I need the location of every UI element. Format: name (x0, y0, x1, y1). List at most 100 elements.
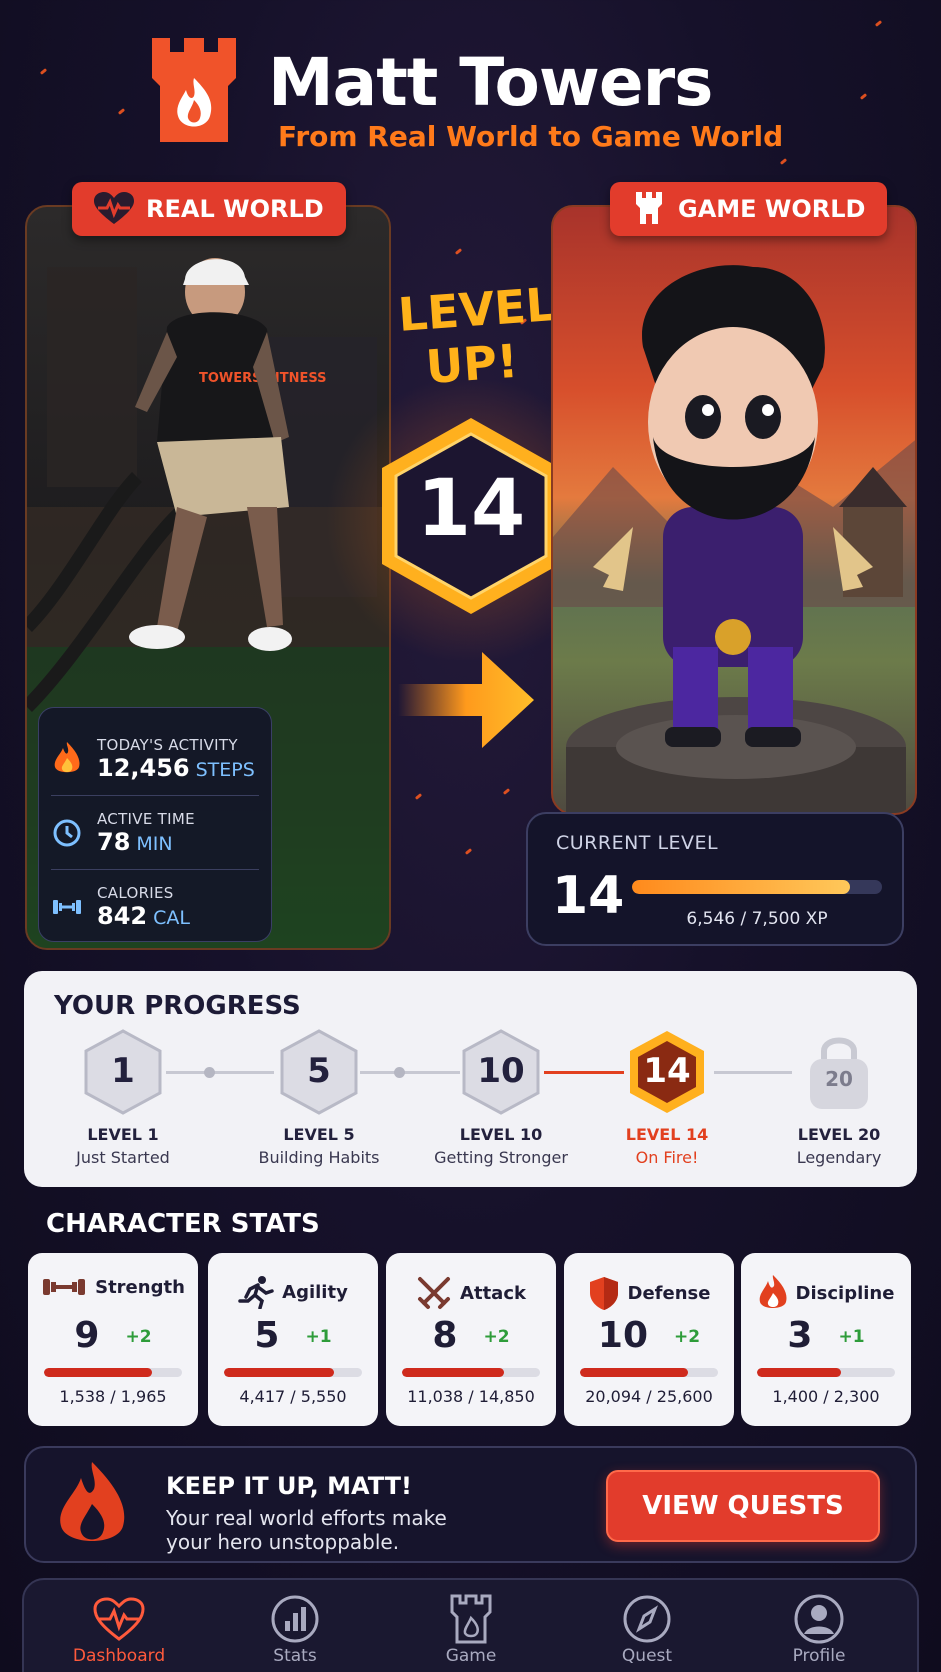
stat-xp: 1,538 / 1,965 (59, 1387, 167, 1406)
milestone-sub: Building Habits (258, 1148, 380, 1167)
bar-chart-icon (271, 1595, 319, 1643)
nav-label: Stats (273, 1646, 317, 1666)
progress-title: YOUR PROGRESS (54, 991, 301, 1021)
real-world-tag-label: REAL WORLD (146, 195, 324, 223)
app-subtitle: From Real World to Game World (278, 120, 784, 153)
current-level-label: CURRENT LEVEL (556, 832, 719, 854)
milestone-badge-locked: 20 (798, 1029, 880, 1115)
encourage-banner: KEEP IT UP, MATT! Your real world effort… (24, 1446, 917, 1563)
bottom-nav: Dashboard Stats Game Quest Profile (22, 1578, 919, 1672)
stat-name: Strength (95, 1276, 185, 1298)
game-scene-image (553, 265, 915, 813)
stat-card-agility: Agility 5 +1 4,417 / 5,550 (208, 1253, 378, 1426)
activity-steps-unit: STEPS (195, 758, 255, 781)
nav-quest[interactable]: Quest (582, 1592, 712, 1666)
stat-value: 5 (254, 1315, 280, 1356)
milestone-level-20: 20 LEVEL 20 Legendary (764, 1029, 914, 1167)
current-level-number: 14 (552, 866, 625, 926)
flame-icon (51, 741, 83, 776)
nav-game[interactable]: Game (406, 1592, 536, 1666)
progress-dot (394, 1067, 405, 1078)
activity-card: TODAY'S ACTIVITY 12,456 STEPS ACTIVE TIME… (38, 707, 272, 942)
stat-value: 3 (787, 1315, 813, 1356)
nav-stats[interactable]: Stats (230, 1592, 360, 1666)
nav-label: Dashboard (72, 1646, 166, 1666)
stat-card-defense: Defense 10 +2 20,094 / 25,600 (564, 1253, 734, 1426)
stat-xp: 4,417 / 5,550 (239, 1387, 347, 1406)
activity-steps-label: TODAY'S ACTIVITY (97, 735, 238, 754)
stat-card-discipline: Discipline 3 +1 1,400 / 2,300 (741, 1253, 911, 1426)
level-up-badge: 14 (376, 414, 566, 618)
stat-value: 9 (74, 1315, 100, 1356)
stat-bonus: +1 (838, 1327, 865, 1347)
nav-profile[interactable]: Profile (754, 1592, 884, 1666)
stat-progress-bar (224, 1368, 362, 1377)
stat-progress-fill (224, 1368, 335, 1377)
nav-label: Quest (621, 1646, 673, 1666)
stat-name: Attack (460, 1282, 526, 1304)
stat-bonus: +2 (674, 1327, 701, 1347)
activity-time-value: 78 (97, 827, 131, 856)
nav-dashboard[interactable]: Dashboard (54, 1592, 184, 1666)
milestone-level-5: 5 LEVEL 5 Building Habits (244, 1029, 394, 1167)
stat-bonus: +2 (483, 1327, 510, 1347)
user-icon (794, 1594, 844, 1644)
stat-progress-fill (757, 1368, 842, 1377)
stat-card-attack: Attack 8 +2 11,038 / 14,850 (386, 1253, 556, 1426)
activity-calories-unit: CAL (153, 907, 190, 929)
milestone-badge: 1 (82, 1029, 164, 1115)
stat-name: Defense (627, 1282, 711, 1304)
xp-text: 6,546 / 7,500 XP (686, 909, 828, 929)
arrow-right-icon (398, 652, 534, 748)
activity-calories-label: CALORIES (97, 884, 174, 902)
current-level-card: CURRENT LEVEL 14 6,546 / 7,500 XP (526, 812, 904, 946)
milestone-sub: Just Started (76, 1148, 170, 1167)
runner-icon (238, 1276, 274, 1309)
milestone-sub: On Fire! (635, 1148, 699, 1167)
view-quests-button[interactable]: VIEW QUESTS (606, 1470, 880, 1542)
castle-icon (636, 192, 662, 224)
xp-progress-bar (632, 880, 882, 894)
heartbeat-icon (94, 192, 134, 224)
clock-icon (51, 818, 83, 848)
nav-label: Profile (792, 1646, 846, 1666)
activity-steps-value: 12,456 (97, 753, 190, 782)
milestone-level: LEVEL 10 (459, 1125, 543, 1144)
milestone-number: 5 (307, 1051, 331, 1091)
activity-steps-row: TODAY'S ACTIVITY 12,456 STEPS (51, 722, 259, 796)
progress-panel: YOUR PROGRESS 1 LEVEL 1 Just Started 5 L… (24, 971, 917, 1187)
tower-logo-icon (152, 38, 236, 142)
activity-time-row: ACTIVE TIME 78 MIN (51, 796, 259, 870)
stat-name: Agility (282, 1281, 348, 1303)
game-world-tag: GAME WORLD (610, 182, 888, 236)
level-up-line1: LEVEL (396, 277, 557, 342)
activity-calories-value: 842 (97, 902, 148, 930)
activity-calories-row: CALORIES 842 CAL (51, 870, 259, 944)
stat-progress-bar (44, 1368, 182, 1377)
shield-icon (589, 1277, 618, 1310)
milestone-number: 1 (111, 1051, 135, 1091)
flame-icon (759, 1275, 787, 1308)
xp-progress-fill (632, 880, 851, 894)
stat-value: 10 (597, 1315, 649, 1356)
stat-xp: 20,094 / 25,600 (585, 1387, 713, 1406)
stat-progress-bar (402, 1368, 540, 1377)
real-world-tag: REAL WORLD (72, 182, 346, 236)
milestone-level-10: 10 LEVEL 10 Getting Stronger (426, 1029, 576, 1167)
app-title: Matt Towers (268, 44, 713, 121)
milestone-level-1: 1 LEVEL 1 Just Started (48, 1029, 198, 1167)
game-world-panel (551, 205, 917, 815)
milestone-level: LEVEL 1 (87, 1125, 159, 1144)
milestone-level: LEVEL 5 (283, 1125, 355, 1144)
milestone-badge: 10 (460, 1029, 542, 1115)
stat-progress-bar (757, 1368, 895, 1377)
encourage-text: Your real world efforts make your hero u… (166, 1506, 447, 1554)
milestone-number: 20 (825, 1067, 853, 1091)
dumbbell-icon (51, 896, 83, 918)
milestone-sub: Getting Stronger (434, 1148, 568, 1167)
milestone-level: LEVEL 20 (797, 1125, 881, 1144)
progress-dot (204, 1067, 215, 1078)
stat-card-strength: Strength 9 +2 1,538 / 1,965 (28, 1253, 198, 1426)
milestone-badge: 5 (278, 1029, 360, 1115)
compass-icon (623, 1595, 671, 1643)
